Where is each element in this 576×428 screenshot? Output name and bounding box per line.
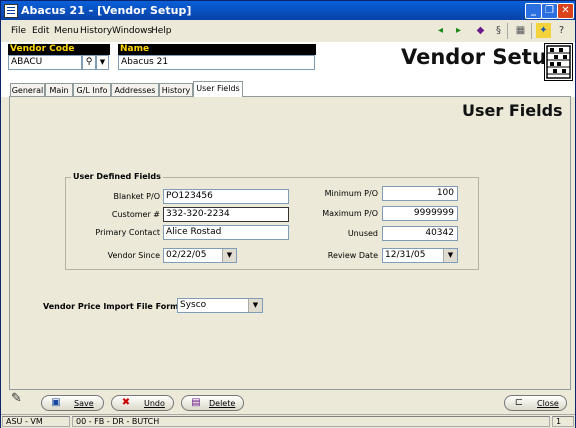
user-fields-panel: User Fields User Defined Fields Blanket … [9, 96, 571, 390]
name-label: Name [118, 44, 316, 55]
status-info: 00 - FB - DR - BUTCH [72, 416, 550, 427]
menu-bar: File Edit Menu History Windows Help ◂ ▸ … [1, 20, 575, 43]
undo-button[interactable]: ✖ Undo [111, 395, 174, 411]
title-bar: Abacus 21 - [Vendor Setup] _ ❐ ✕ [1, 1, 575, 20]
close-window-button[interactable]: ✕ [557, 3, 574, 19]
menu-help[interactable]: Help [151, 26, 172, 36]
save-label: Save [74, 399, 94, 408]
maximum-po-label: Maximum P/O [322, 209, 378, 218]
notes-icon[interactable]: ✎ [11, 391, 27, 407]
close-button[interactable]: ⊏ Close [504, 395, 567, 411]
undo-label: Undo [144, 399, 165, 408]
maximum-po-input[interactable]: 9999999 [382, 206, 458, 221]
user-defined-fields-group: User Defined Fields Blanket P/O PO123456… [65, 172, 479, 270]
panel-title: User Fields [462, 101, 563, 120]
unused-input[interactable]: 40342 [382, 226, 458, 241]
header-panel: Vendor Code ABACU ⚲ ▼ Name Abacus 21 Ven… [1, 42, 575, 84]
tab-gl-info[interactable]: G/L Info [73, 83, 111, 97]
tab-bar: General Main G/L Info Addresses History … [1, 81, 575, 97]
review-date-dropdown[interactable]: 12/31/05 ▼ [382, 248, 458, 263]
vendor-since-dropdown[interactable]: 02/22/05 ▼ [163, 248, 237, 263]
blanket-po-label: Blanket P/O [113, 192, 160, 201]
menu-edit[interactable]: Edit [32, 26, 49, 36]
menu-file[interactable]: File [11, 26, 26, 36]
abacus-logo-graphic [546, 45, 571, 79]
close-door-icon: ⊏ [514, 397, 524, 408]
primary-contact-input[interactable]: Alice Rostad [163, 225, 289, 240]
help-icon[interactable]: ? [554, 23, 569, 38]
unused-label: Unused [347, 229, 378, 238]
tab-user-fields[interactable]: User Fields [193, 81, 243, 97]
delete-button[interactable]: ▤ Delete [181, 395, 244, 411]
vendor-code-input[interactable]: ABACU [8, 55, 82, 70]
back-arrow-icon[interactable]: ◂ [433, 23, 448, 38]
primary-contact-label: Primary Contact [95, 228, 160, 237]
group-title: User Defined Fields [71, 172, 163, 181]
review-date-label: Review Date [327, 251, 378, 260]
menu-history[interactable]: History [80, 26, 112, 36]
chevron-down-icon[interactable]: ▼ [248, 299, 262, 312]
price-import-dropdown[interactable]: Sysco ▼ [177, 298, 263, 313]
name-input[interactable]: Abacus 21 [118, 55, 315, 70]
delete-icon: ▤ [191, 397, 201, 408]
run-icon[interactable]: ✦ [536, 23, 551, 38]
tab-addresses[interactable]: Addresses [111, 83, 159, 97]
calculator-icon[interactable]: ▦ [513, 23, 528, 38]
toolbar-separator [531, 23, 532, 39]
chevron-down-icon[interactable]: ▼ [96, 55, 109, 70]
toolbar-separator [507, 23, 508, 39]
tab-history[interactable]: History [159, 83, 193, 97]
page-title: Vendor Setup [401, 45, 562, 69]
app-icon [4, 4, 18, 18]
record-icon[interactable]: ◆ [473, 23, 488, 38]
restore-button[interactable]: ❐ [541, 3, 558, 19]
price-import-value: Sysco [180, 300, 207, 310]
vendor-since-label: Vendor Since [107, 251, 160, 260]
status-page: 1 [552, 416, 574, 427]
save-button[interactable]: ▣ Save [41, 395, 104, 411]
window-title: Abacus 21 - [Vendor Setup] [21, 4, 192, 17]
vendor-since-value: 02/22/05 [166, 250, 207, 260]
vendor-code-label: Vendor Code [8, 44, 110, 55]
forward-arrow-icon[interactable]: ▸ [451, 23, 466, 38]
minimum-po-label: Minimum P/O [324, 189, 378, 198]
undo-icon: ✖ [121, 397, 131, 408]
status-bar: ASU - VM 00 - FB - DR - BUTCH 1 [1, 414, 575, 428]
price-import-label: Vendor Price Import File Format [43, 302, 188, 311]
chevron-down-icon[interactable]: ▼ [443, 249, 457, 262]
customer-number-label: Customer # [111, 210, 160, 219]
save-icon: ▣ [51, 397, 61, 408]
close-label: Close [537, 399, 559, 408]
menu-windows[interactable]: Windows [112, 26, 152, 36]
chevron-down-icon[interactable]: ▼ [222, 249, 236, 262]
status-user: ASU - VM [2, 416, 70, 427]
review-date-value: 12/31/05 [385, 250, 426, 260]
blanket-po-input[interactable]: PO123456 [163, 189, 289, 204]
tab-general[interactable]: General [10, 83, 45, 97]
customer-number-input[interactable]: 332-320-2234 [163, 207, 289, 222]
delete-label: Delete [209, 399, 236, 408]
lookup-icon[interactable]: ⚲ [82, 55, 96, 70]
action-bar: ✎ ▣ Save ✖ Undo ▤ Delete ⊏ Close [1, 390, 575, 414]
link-icon[interactable]: § [491, 23, 506, 38]
tab-main[interactable]: Main [45, 83, 73, 97]
minimize-button[interactable]: _ [525, 3, 542, 19]
application-window: Abacus 21 - [Vendor Setup] _ ❐ ✕ File Ed… [0, 0, 576, 428]
minimum-po-input[interactable]: 100 [382, 186, 458, 201]
menu-menu[interactable]: Menu [54, 26, 79, 36]
abacus-logo-icon [544, 43, 573, 81]
